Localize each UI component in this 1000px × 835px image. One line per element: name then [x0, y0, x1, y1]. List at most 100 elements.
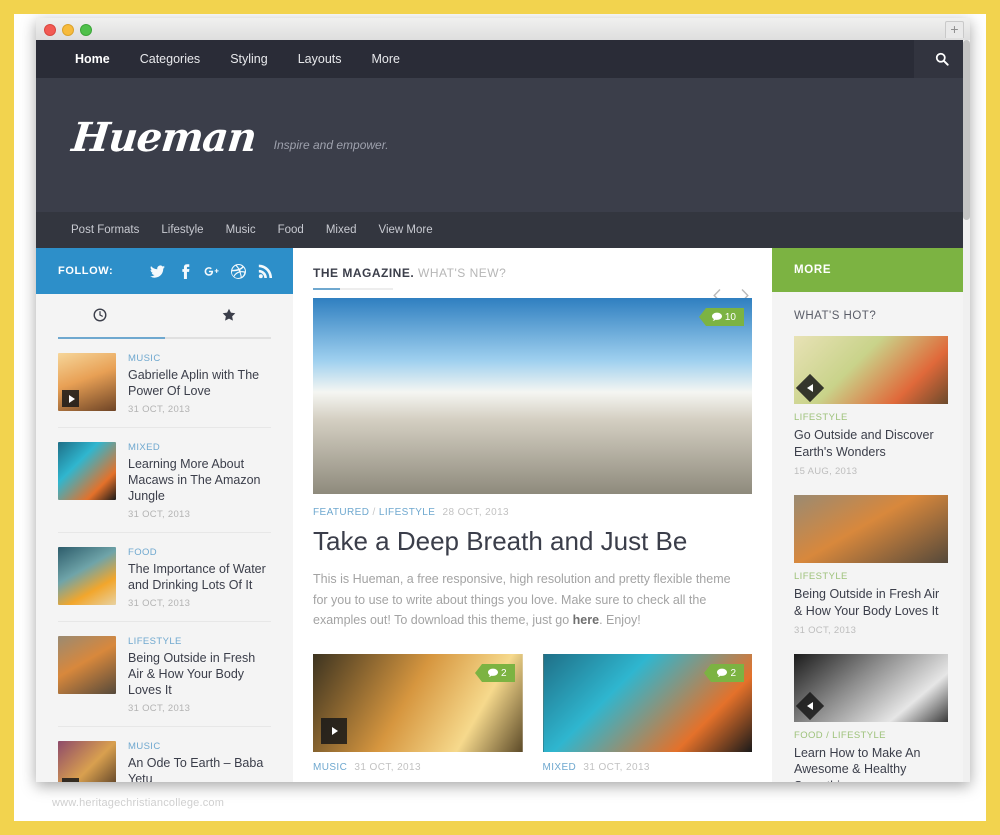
card-thumbnail[interactable]: 2: [543, 654, 753, 752]
hot-category[interactable]: FOOD / LIFESTYLE: [794, 730, 948, 741]
hot-thumbnail[interactable]: [794, 336, 948, 404]
branding[interactable]: Hueman Inspire and empower.: [72, 118, 389, 158]
hot-category[interactable]: LIFESTYLE: [794, 412, 948, 423]
article-card[interactable]: 2 MUSIC 31 OCT, 2013 Gabrielle Aplin wit…: [313, 654, 523, 782]
post-thumbnail[interactable]: [58, 741, 116, 782]
excerpt-text-before: This is Hueman, a free responsive, high …: [313, 572, 731, 627]
magazine-heading: THE MAGAZINE. WHAT'S NEW?: [313, 248, 752, 288]
post-thumbnail[interactable]: [58, 353, 116, 411]
comment-count-badge[interactable]: 10: [706, 308, 744, 326]
primary-navbar: Home Categories Styling Layouts More: [36, 40, 970, 78]
right-sidebar: MORE WHAT'S HOT? LIFESTYLE Go Outside an…: [772, 248, 970, 782]
card-category[interactable]: MIXED: [543, 762, 577, 773]
main-content: THE MAGAZINE. WHAT'S NEW?: [293, 248, 772, 782]
excerpt-download-link[interactable]: here: [573, 613, 599, 627]
list-item[interactable]: FOOD / LIFESTYLE Learn How to Make An Aw…: [794, 654, 948, 783]
facebook-icon[interactable]: [177, 264, 192, 279]
hot-title[interactable]: Go Outside and Discover Earth's Wonders: [794, 427, 948, 461]
list-item[interactable]: MUSIC Gabrielle Aplin with The Power Of …: [58, 339, 271, 428]
subnav-item-food[interactable]: Food: [267, 212, 315, 248]
minimize-window-icon[interactable]: [62, 24, 74, 36]
card-thumbnail[interactable]: 2: [313, 654, 523, 752]
audio-icon: [796, 691, 824, 719]
new-tab-button[interactable]: +: [945, 21, 964, 38]
hot-title[interactable]: Learn How to Make An Awesome & Healthy S…: [794, 745, 948, 783]
list-item[interactable]: MUSIC An Ode To Earth – Baba Yetu 31 OCT…: [58, 727, 271, 782]
nav-item-layouts[interactable]: Layouts: [283, 40, 357, 78]
post-category[interactable]: FOOD: [128, 547, 271, 558]
nav-item-more[interactable]: More: [357, 40, 415, 78]
post-category[interactable]: LIFESTYLE: [128, 636, 271, 647]
comment-count-badge[interactable]: 2: [482, 664, 515, 682]
card-category[interactable]: MUSIC: [313, 762, 347, 773]
rss-icon[interactable]: [258, 264, 273, 279]
post-category[interactable]: MUSIC: [128, 353, 271, 364]
tab-popular[interactable]: [165, 308, 294, 337]
post-date: 31 OCT, 2013: [128, 703, 271, 714]
dribbble-icon[interactable]: [231, 264, 246, 279]
close-window-icon[interactable]: [44, 24, 56, 36]
search-button[interactable]: [914, 40, 970, 78]
post-title[interactable]: Learning More About Macaws in The Amazon…: [128, 456, 271, 504]
subnav-item-music[interactable]: Music: [215, 212, 267, 248]
play-icon: [796, 374, 824, 402]
category-separator: /: [373, 507, 376, 518]
nav-item-categories[interactable]: Categories: [125, 40, 215, 78]
post-category[interactable]: MUSIC: [128, 741, 271, 752]
watermark: www.heritagechristiancollege.com: [52, 797, 224, 809]
recent-posts-list: MUSIC Gabrielle Aplin with The Power Of …: [36, 339, 293, 782]
article-category-secondary[interactable]: LIFESTYLE: [379, 507, 435, 518]
post-title[interactable]: Being Outside in Fresh Air & How Your Bo…: [128, 650, 271, 698]
list-item[interactable]: MIXED Learning More About Macaws in The …: [58, 428, 271, 533]
subnav-item-lifestyle[interactable]: Lifestyle: [150, 212, 214, 248]
list-item[interactable]: FOOD The Importance of Water and Drinkin…: [58, 533, 271, 622]
card-date: 31 OCT, 2013: [583, 762, 650, 773]
subnav-item-post-formats[interactable]: Post Formats: [60, 212, 150, 248]
post-thumbnail[interactable]: [58, 547, 116, 605]
card-title[interactable]: Gabrielle Aplin with The: [313, 780, 523, 782]
post-thumbnail[interactable]: [58, 442, 116, 500]
window-controls[interactable]: [44, 24, 92, 36]
scrollbar-thumb[interactable]: [963, 40, 970, 220]
subnav-item-view-more[interactable]: View More: [368, 212, 444, 248]
play-icon[interactable]: [321, 718, 347, 744]
list-item[interactable]: LIFESTYLE Being Outside in Fresh Air & H…: [794, 495, 948, 636]
hot-thumbnail[interactable]: [794, 654, 948, 722]
subnav-item-mixed[interactable]: Mixed: [315, 212, 368, 248]
post-meta: MUSIC An Ode To Earth – Baba Yetu 31 OCT…: [128, 741, 271, 782]
hot-thumbnail[interactable]: [794, 495, 948, 563]
card-title[interactable]: Learning More About Macaws: [543, 780, 753, 782]
tab-recent[interactable]: [36, 308, 165, 337]
more-header[interactable]: MORE: [772, 248, 970, 292]
list-item[interactable]: LIFESTYLE Go Outside and Discover Earth'…: [794, 336, 948, 477]
comment-count-badge[interactable]: 2: [711, 664, 744, 682]
nav-item-styling[interactable]: Styling: [215, 40, 283, 78]
twitter-icon[interactable]: [150, 264, 165, 279]
hot-title[interactable]: Being Outside in Fresh Air & How Your Bo…: [794, 586, 948, 620]
secondary-navbar: Post Formats Lifestyle Music Food Mixed …: [36, 212, 970, 248]
screenshot-frame: + Home Categories Styling Layouts More: [0, 0, 1000, 835]
post-title[interactable]: An Ode To Earth – Baba Yetu: [128, 755, 271, 782]
post-title[interactable]: Gabrielle Aplin with The Power Of Love: [128, 367, 271, 399]
site-logo[interactable]: Hueman: [70, 118, 258, 158]
post-date: 31 OCT, 2013: [128, 598, 271, 609]
page-scrollbar[interactable]: [963, 40, 970, 782]
post-date: 31 OCT, 2013: [128, 404, 271, 415]
card-date: 31 OCT, 2013: [354, 762, 421, 773]
card-meta: MUSIC 31 OCT, 2013: [313, 762, 523, 773]
article-card[interactable]: 2 MIXED 31 OCT, 2013 Learning More About…: [543, 654, 753, 782]
hot-category[interactable]: LIFESTYLE: [794, 571, 948, 582]
google-plus-icon[interactable]: [204, 264, 219, 279]
maximize-window-icon[interactable]: [80, 24, 92, 36]
nav-item-home[interactable]: Home: [60, 40, 125, 78]
article-title[interactable]: Take a Deep Breath and Just Be: [313, 527, 752, 557]
excerpt-text-after: . Enjoy!: [599, 613, 641, 627]
post-title[interactable]: The Importance of Water and Drinking Lot…: [128, 561, 271, 593]
hero-image[interactable]: 10: [313, 298, 752, 494]
slider-progress-bar[interactable]: [313, 288, 393, 290]
post-category[interactable]: MIXED: [128, 442, 271, 453]
post-meta: FOOD The Importance of Water and Drinkin…: [128, 547, 271, 609]
list-item[interactable]: LIFESTYLE Being Outside in Fresh Air & H…: [58, 622, 271, 727]
post-thumbnail[interactable]: [58, 636, 116, 694]
article-category-primary[interactable]: FEATURED: [313, 507, 369, 518]
